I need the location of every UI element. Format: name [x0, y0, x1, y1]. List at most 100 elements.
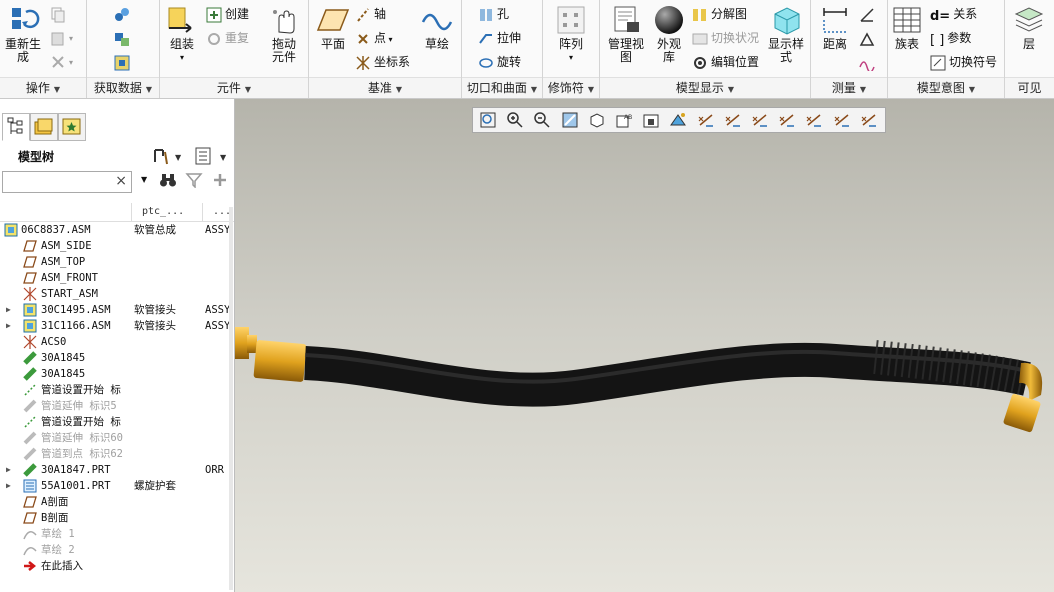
insert-here-arrow-icon — [23, 559, 37, 573]
relations-icon: d= — [930, 8, 951, 24]
plane-button[interactable]: 平面 — [313, 4, 353, 51]
manage-views-label-2: 图 — [619, 50, 632, 64]
clear-search-icon[interactable]: × — [115, 173, 127, 189]
drag-components-button[interactable]: 拖动 元件 — [264, 4, 304, 64]
group-label-model-display[interactable]: 模型显示 ▼ — [600, 77, 810, 98]
search-dropdown-arrow-icon[interactable]: ▼ — [141, 175, 147, 184]
expand-arrow-icon[interactable]: ▶ — [6, 318, 11, 334]
shrinkwrap-button[interactable] — [114, 52, 133, 72]
revolve-button[interactable]: 旋转 — [478, 52, 521, 72]
tree-row[interactable]: 管道延伸 标识5 — [0, 398, 232, 414]
group-label-components[interactable]: 元件 ▼ — [160, 77, 308, 98]
expand-arrow-icon[interactable]: ▶ — [6, 478, 11, 494]
tree-row[interactable]: 06C8837.ASM 软管总成 ASSY — [0, 222, 232, 238]
assemble-button[interactable]: 组装 ▾ — [162, 4, 202, 64]
tree-row[interactable]: B剖面 — [0, 510, 232, 526]
expand-arrow-icon[interactable]: ▶ — [6, 302, 11, 318]
left-fitting[interactable] — [235, 327, 307, 382]
paste-button[interactable]: ▾ — [50, 27, 73, 47]
tree-scrollbar[interactable] — [229, 207, 233, 590]
delete-button[interactable]: ▾ — [50, 51, 73, 71]
tree-row[interactable]: 草绘 1 — [0, 526, 232, 542]
tree-row[interactable]: ASM_TOP — [0, 254, 232, 270]
copy-button[interactable] — [50, 4, 69, 24]
tree-row[interactable]: 管道设置开始 标 — [0, 414, 232, 430]
tree-row[interactable]: ▶ 31C1166.ASM 软管接头 ASSY — [0, 318, 232, 334]
sketch-button[interactable]: 草绘 — [417, 4, 457, 51]
display-style-button[interactable]: 显示样 式 — [766, 4, 806, 64]
tree-search-input[interactable]: × — [2, 171, 132, 193]
group-label-operations[interactable]: 操作 ▼ — [0, 77, 86, 98]
tree-row[interactable]: A剖面 — [0, 494, 232, 510]
manage-views-button[interactable]: 管理视 图 — [604, 4, 648, 64]
create-button[interactable]: 创建 — [206, 4, 249, 24]
tree-row[interactable]: 管道延伸 标识60 — [0, 430, 232, 446]
tree-row[interactable]: 在此插入 — [0, 558, 232, 574]
tree-row[interactable]: ▶ 30A1847.PRT ORR — [0, 462, 232, 478]
group-label-modifiers[interactable]: 修饰符 ▼ — [543, 77, 599, 98]
graphics-window[interactable]: AB — [235, 99, 1054, 592]
group-get-data: 获取数据 ▼ — [87, 0, 160, 98]
group-label-get-data[interactable]: 获取数据 ▼ — [87, 77, 159, 98]
tab-folder-browser[interactable] — [30, 113, 58, 141]
switch-symbols-button[interactable]: 切换符号 — [930, 52, 997, 72]
parameters-button[interactable]: [ ] 参数 — [930, 28, 971, 48]
coordinate-system-icon — [23, 287, 37, 301]
group-label-cuts-surfaces[interactable]: 切口和曲面 ▼ — [462, 77, 542, 98]
measure-area-button[interactable] — [859, 28, 878, 48]
tree-row[interactable]: 管道设置开始 标 — [0, 382, 232, 398]
tree-row[interactable]: ASM_SIDE — [0, 238, 232, 254]
tree-row-name: 06C8837.ASM — [21, 224, 91, 236]
copy-geometry-button[interactable] — [114, 28, 133, 48]
group-label-datum[interactable]: 基准 ▼ — [309, 77, 461, 98]
tree-row[interactable]: ▶ 55A1001.PRT 螺旋护套 — [0, 478, 232, 494]
measure-angle-button[interactable] — [859, 4, 878, 24]
extrude-button[interactable]: 拉伸 — [478, 28, 521, 48]
tab-favorites[interactable] — [58, 113, 86, 141]
measure-curve-button[interactable] — [859, 52, 878, 73]
datum-plane-icon — [23, 511, 37, 525]
distance-button[interactable]: 距离 — [815, 4, 855, 51]
layers-button[interactable]: 层 — [1009, 4, 1049, 51]
edit-position-button[interactable]: 编辑位置 — [692, 52, 759, 72]
hose-assembly-model[interactable] — [235, 99, 1054, 592]
column-ptc[interactable]: ptc_... — [142, 206, 184, 217]
datum-plane-icon — [23, 495, 37, 509]
group-label-measure[interactable]: 测量 ▼ — [811, 77, 887, 98]
regenerate-icon — [6, 4, 40, 36]
tree-row-name: 管道设置开始 标 — [41, 384, 121, 396]
tree-row[interactable]: 管道到点 标识62 — [0, 446, 232, 462]
relations-button[interactable]: d= 关系 — [930, 4, 977, 24]
group-label-model-intent[interactable]: 模型意图 ▼ — [888, 77, 1004, 98]
exploded-view-button[interactable]: 分解图 — [692, 4, 747, 24]
filter-icon[interactable] — [185, 172, 203, 191]
tree-row[interactable]: 30A1845 — [0, 366, 232, 382]
group-label-visibility[interactable]: 可见 — [1005, 77, 1054, 98]
tree-row-name: A剖面 — [41, 496, 69, 508]
tree-row[interactable]: START_ASM — [0, 286, 232, 302]
tree-column-header: ptc_... ... — [0, 203, 234, 222]
pattern-button[interactable]: 阵列 ▾ — [551, 4, 591, 64]
tab-model-tree[interactable] — [2, 113, 30, 141]
plane-label: 平面 — [320, 37, 345, 51]
regenerate-button[interactable]: 重新生 成 — [2, 4, 44, 64]
appearance-button[interactable]: 外观 库 — [650, 4, 688, 64]
tree-show-button[interactable]: ▼ — [194, 146, 232, 169]
axis-button[interactable]: 轴 — [355, 4, 386, 24]
tree-settings-button[interactable]: ▼ — [152, 146, 184, 169]
repeat-button[interactable]: 重复 — [206, 28, 249, 48]
tree-row[interactable]: 草绘 2 — [0, 542, 232, 558]
user-defined-feature-button[interactable] — [114, 4, 133, 24]
family-table-button[interactable]: 族表 — [890, 4, 924, 51]
tree-row[interactable]: ACS0 — [0, 334, 232, 350]
toggle-status-button[interactable]: 切换状况 — [692, 28, 759, 48]
point-button[interactable]: 点 ▾ — [355, 28, 393, 48]
coord-sys-button[interactable]: 坐标系 — [355, 52, 410, 72]
tree-row[interactable]: ASM_FRONT — [0, 270, 232, 286]
hole-button[interactable]: 孔 — [478, 4, 509, 24]
tree-row[interactable]: ▶ 30C1495.ASM 软管接头 ASSY — [0, 302, 232, 318]
binoculars-icon[interactable] — [159, 172, 177, 191]
tree-row[interactable]: 30A1845 — [0, 350, 232, 366]
add-column-icon[interactable] — [212, 172, 228, 191]
expand-arrow-icon[interactable]: ▶ — [6, 462, 11, 478]
